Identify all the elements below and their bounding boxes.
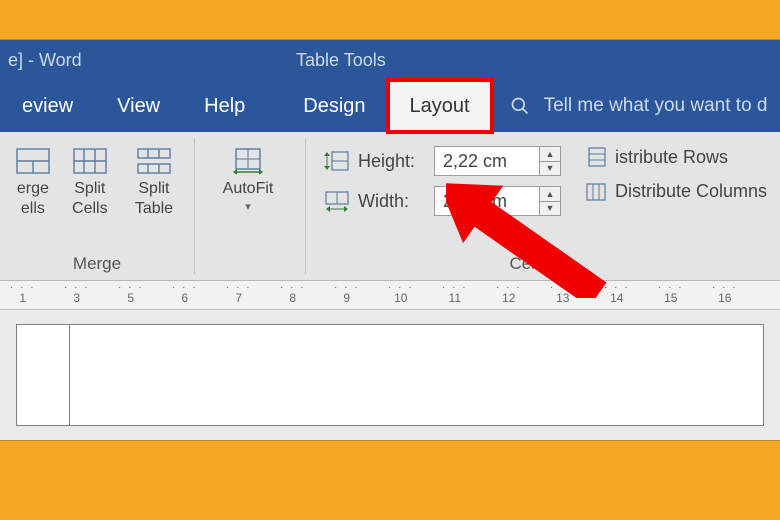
tab-help[interactable]: Help	[182, 80, 267, 132]
horizontal-ruler[interactable]: · · ·1 · · ·3 · · ·5 · · ·6 · · ·7 · · ·8 · · …	[0, 281, 780, 310]
split-table-button[interactable]: Split Table	[122, 140, 186, 217]
split-table-label-2: Table	[135, 200, 173, 218]
distribute-rows-icon	[585, 146, 607, 168]
distribute-columns-button[interactable]: Distribute Columns	[585, 180, 767, 202]
context-tab-label: Table Tools	[296, 50, 386, 71]
spinner-up-icon[interactable]: ▲	[540, 187, 560, 202]
ruler-tick: · · ·13	[550, 285, 576, 305]
distribute-columns-icon	[585, 180, 607, 202]
merge-cells-label-2: ells	[21, 200, 45, 218]
document-table[interactable]	[16, 324, 764, 426]
ribbon-group-autofit: AutoFit ▾	[195, 132, 305, 280]
width-spinner-buttons[interactable]: ▲▼	[540, 186, 561, 216]
split-cells-label-1: Split	[74, 180, 105, 198]
split-cells-label-2: Cells	[72, 200, 108, 218]
merge-cells-icon	[16, 144, 50, 178]
height-icon	[324, 150, 350, 172]
tell-me-search[interactable]: Tell me what you want to d	[544, 80, 768, 132]
titlebar-area: e] - Word Table Tools eview View Help De…	[0, 40, 780, 132]
autofit-button[interactable]: AutoFit ▾	[203, 140, 293, 213]
row-height-control: Height: 2,22 cm ▲▼	[324, 146, 561, 176]
distribute-buttons: istribute Rows Distribute Columns	[565, 140, 771, 202]
search-icon[interactable]	[510, 80, 530, 132]
window-title: e] - Word	[8, 50, 82, 71]
title-bar: e] - Word Table Tools	[0, 40, 780, 80]
tab-help-label: Help	[204, 95, 245, 118]
merge-cells-button[interactable]: erge ells	[8, 140, 58, 217]
document-area[interactable]	[0, 310, 780, 440]
tab-design[interactable]: Design	[267, 80, 387, 132]
ruler-tick: · · ·9	[334, 285, 360, 305]
ruler-tick: · · ·5	[118, 285, 144, 305]
ribbon-group-cell-size: Height: 2,22 cm ▲▼ Width: 2,45 cm ▲▼	[306, 132, 780, 280]
column-width-control: Width: 2,45 cm ▲▼	[324, 186, 561, 216]
ruler-tick: · · ·10	[388, 285, 414, 305]
ribbon-group-merge: erge ells Split Cells Split Table	[0, 132, 194, 280]
height-label: Height:	[358, 151, 426, 172]
split-cells-button[interactable]: Split Cells	[58, 140, 122, 217]
height-value[interactable]: 2,22 cm	[434, 146, 540, 176]
table-cell-border	[69, 325, 70, 425]
distribute-rows-label: istribute Rows	[615, 147, 728, 168]
ruler-tick: · · ·16	[712, 285, 738, 305]
split-table-icon	[137, 144, 171, 178]
height-spinner[interactable]: 2,22 cm ▲▼	[434, 146, 561, 176]
group-label-cell-size: Cell Size	[314, 250, 772, 280]
chevron-down-icon: ▾	[245, 200, 251, 213]
tab-review[interactable]: eview	[0, 80, 95, 132]
word-window: e] - Word Table Tools eview View Help De…	[0, 40, 780, 440]
width-spinner[interactable]: 2,45 cm ▲▼	[434, 186, 561, 216]
tab-layout-label: Layout	[410, 95, 470, 118]
merge-cells-label-1: erge	[17, 180, 49, 198]
spinner-up-icon[interactable]: ▲	[540, 147, 560, 162]
context-tab-table-tools[interactable]: Table Tools	[286, 40, 396, 80]
ruler-tick: · · ·15	[658, 285, 684, 305]
spinner-down-icon[interactable]: ▼	[540, 162, 560, 176]
width-icon	[324, 190, 350, 212]
height-spinner-buttons[interactable]: ▲▼	[540, 146, 561, 176]
width-label: Width:	[358, 191, 426, 212]
cell-size-inputs: Height: 2,22 cm ▲▼ Width: 2,45 cm ▲▼	[314, 140, 565, 216]
autofit-label: AutoFit	[223, 180, 274, 198]
ruler-tick: · · ·11	[442, 285, 468, 305]
distribute-columns-label: Distribute Columns	[615, 181, 767, 202]
ruler-tick: · · ·7	[226, 285, 252, 305]
group-label-merge: Merge	[8, 250, 186, 280]
tab-layout[interactable]: Layout	[388, 80, 492, 132]
distribute-rows-button[interactable]: istribute Rows	[585, 146, 767, 168]
split-table-label-1: Split	[138, 180, 169, 198]
ruler-tick: · · ·8	[280, 285, 306, 305]
ribbon-tabs: eview View Help Design Layout Tell me wh…	[0, 80, 780, 132]
ruler-tick: · · ·6	[172, 285, 198, 305]
spinner-down-icon[interactable]: ▼	[540, 202, 560, 216]
width-value[interactable]: 2,45 cm	[434, 186, 540, 216]
autofit-icon	[231, 144, 265, 178]
ruler-tick: · · ·1	[10, 285, 36, 305]
ruler-tick: · · ·3	[64, 285, 90, 305]
tab-design-label: Design	[303, 95, 365, 118]
ruler-tick: · · ·14	[604, 285, 630, 305]
ruler-tick: · · ·12	[496, 285, 522, 305]
tell-me-placeholder: Tell me what you want to d	[544, 95, 768, 117]
tab-view[interactable]: View	[95, 80, 182, 132]
ribbon: erge ells Split Cells Split Table	[0, 132, 780, 281]
tab-view-label: View	[117, 95, 160, 118]
split-cells-icon	[73, 144, 107, 178]
tab-review-label: eview	[22, 95, 73, 118]
